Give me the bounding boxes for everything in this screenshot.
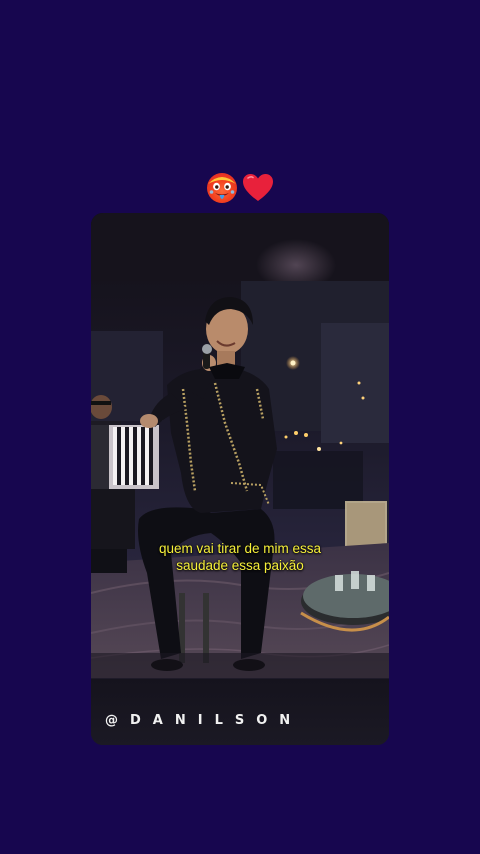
concert-video-frame <box>91 213 389 745</box>
video-card[interactable]: quem vai tirar de mim essa saudade essa … <box>91 213 389 745</box>
hot-face-emoji-icon <box>205 171 239 205</box>
red-heart-emoji-icon <box>241 171 275 205</box>
reaction-emojis <box>0 168 480 208</box>
lyrics-caption: quem vai tirar de mim essa saudade essa … <box>91 540 389 574</box>
watermark-bar <box>91 679 389 745</box>
creator-watermark: @DANILSON <box>105 713 303 728</box>
caption-line-2: saudade essa paixão <box>176 558 304 573</box>
caption-line-1: quem vai tirar de mim essa <box>158 541 322 556</box>
